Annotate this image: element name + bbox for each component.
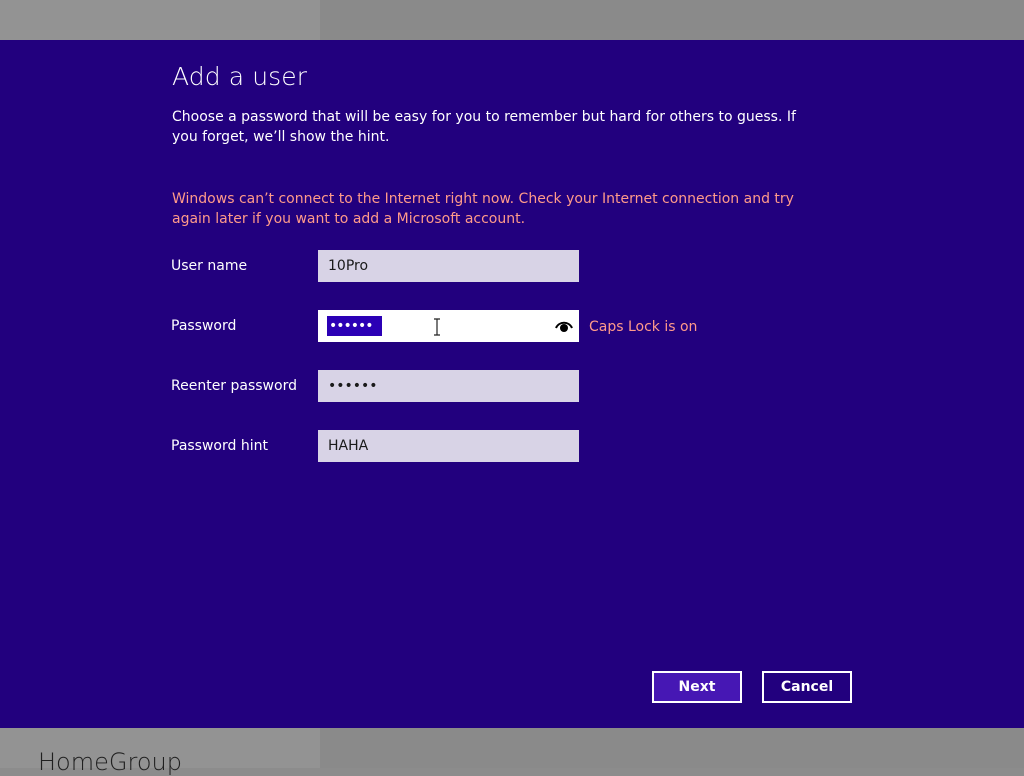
- add-user-dialog: Add a user Choose a password that will b…: [0, 40, 1024, 728]
- password-field[interactable]: ••••••: [318, 310, 579, 342]
- background-panel-left: [0, 0, 320, 40]
- password-hint-field[interactable]: HAHA: [318, 430, 579, 462]
- dialog-title: Add a user: [172, 62, 308, 91]
- username-label: User name: [171, 258, 248, 274]
- dialog-description: Choose a password that will be easy for …: [172, 109, 796, 145]
- reenter-password-value: ••••••: [328, 378, 378, 394]
- eye-icon[interactable]: [555, 319, 573, 333]
- background-panel-right: [320, 0, 1024, 40]
- next-button[interactable]: Next: [652, 671, 742, 703]
- password-selected-text: ••••••: [327, 316, 382, 336]
- reenter-password-label: Reenter password: [171, 378, 297, 394]
- background-homegroup-label: HomeGroup: [38, 748, 182, 776]
- caps-lock-warning: Caps Lock is on: [589, 319, 698, 335]
- password-hint-label: Password hint: [171, 438, 268, 454]
- cancel-button[interactable]: Cancel: [762, 671, 852, 703]
- reenter-password-field[interactable]: ••••••: [318, 370, 579, 402]
- text-cursor-icon: [434, 318, 440, 336]
- connection-error-message: Windows can’t connect to the Internet ri…: [172, 191, 794, 227]
- password-hint-value: HAHA: [328, 438, 369, 454]
- username-field[interactable]: 10Pro: [318, 250, 579, 282]
- password-label: Password: [171, 318, 237, 334]
- background-panel-right-bottom: [320, 728, 1024, 768]
- username-value: 10Pro: [328, 258, 369, 274]
